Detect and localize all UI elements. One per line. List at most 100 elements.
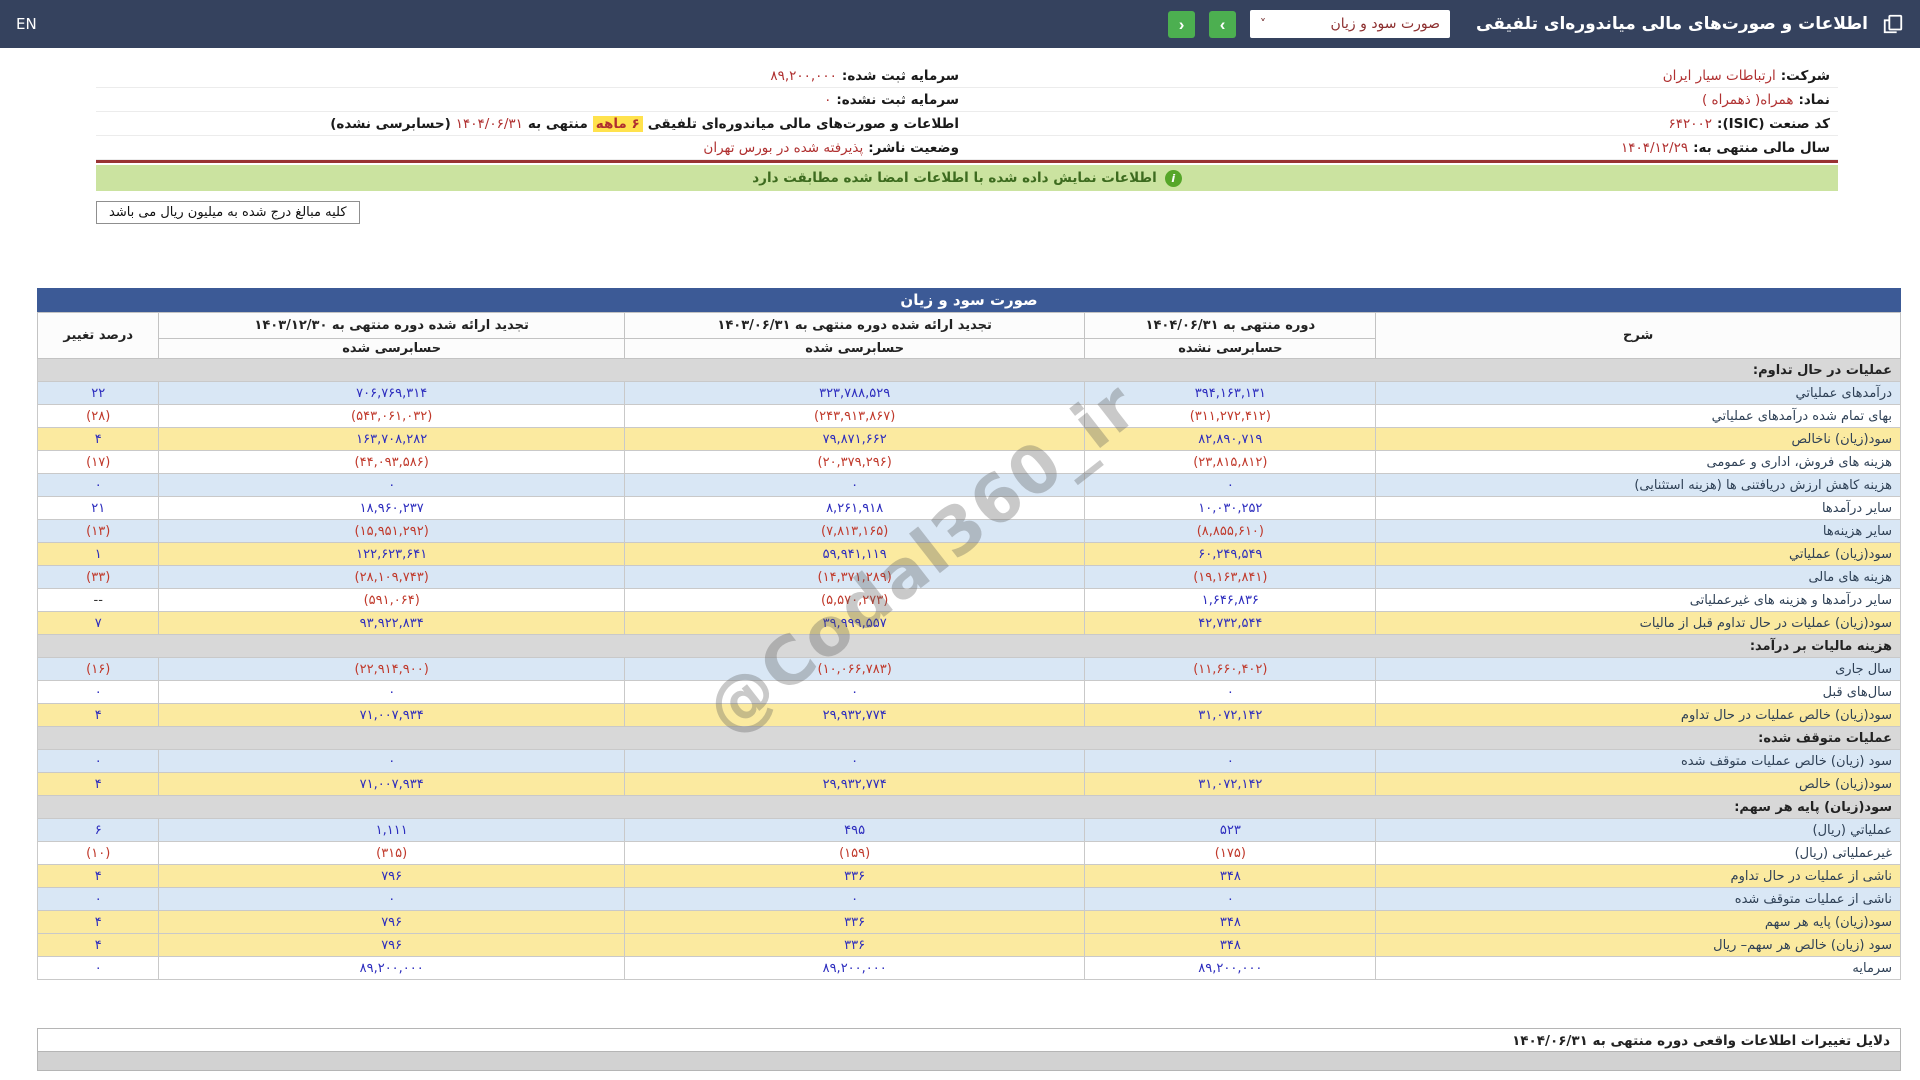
row-label: عملیاتي (ریال) xyxy=(1375,818,1901,842)
statement-row: سود(زیان) ناخالص ۸۲,۸۹۰,۷۱۹ ۷۹,۸۷۱,۶۶۲ ۱۶۳,… xyxy=(36,427,1901,451)
nav-prev-button[interactable]: ‹ xyxy=(1168,10,1196,38)
change-reasons-section: دلایل تغییرات اطلاعات واقعی دوره منتهی ب… xyxy=(37,1028,1901,1071)
report-period-field: اطلاعات و صورت‌های مالی میاندوره‌ای تلفی… xyxy=(96,112,967,136)
section-header-row: عملیات متوقف شده: xyxy=(37,726,1901,750)
row-label: ناشی از عملیات در حال تداوم xyxy=(1375,864,1901,888)
change-percent: (۲۸) xyxy=(36,404,160,428)
symbol-label: نماد: xyxy=(1798,91,1830,108)
change-percent: ۰ xyxy=(36,680,160,704)
company-info-grid: شرکت: ارتباطات سیار ایران سرمایه ثبت شده… xyxy=(96,64,1838,160)
symbol-value: همراه( ذهمراه ) xyxy=(1701,91,1794,108)
change-percent: (۱۰) xyxy=(36,841,160,865)
signature-match-banner: i اطلاعات نمایش داده شده با اطلاعات امضا… xyxy=(96,165,1838,191)
value-restated-annual: ۰ xyxy=(158,473,625,497)
value-current-period: ۳۱,۰۷۲,۱۴۲ xyxy=(1084,772,1377,796)
statement-row: سود(زیان) خالص ۳۱,۰۷۲,۱۴۲ ۲۹,۹۳۲,۷۷۴ ۷۱,۰۰۷… xyxy=(36,772,1901,796)
statement-type-dropdown[interactable]: صورت سود و زیان ˅ xyxy=(1250,10,1451,38)
company-info-section: شرکت: ارتباطات سیار ایران سرمایه ثبت شده… xyxy=(96,64,1838,163)
value-restated-annual: ۰ xyxy=(158,887,625,911)
change-percent: ۴ xyxy=(36,772,160,796)
value-current-period: ۸۹,۲۰۰,۰۰۰ xyxy=(1084,956,1377,980)
value-current-period: ۸۲,۸۹۰,۷۱۹ xyxy=(1084,427,1377,451)
statement-row: سود (زیان) خالص عملیات متوقف شده ۰ ۰ ۰ ۰ xyxy=(36,749,1901,773)
company-name-value[interactable]: ارتباطات سیار ایران xyxy=(1663,68,1776,84)
value-restated-midyear: (۱۰,۰۶۶,۷۸۳) xyxy=(623,657,1086,681)
row-label: ناشی از عملیات متوقف شده xyxy=(1375,887,1901,911)
statement-title-bar: صورت سود و زیان xyxy=(37,288,1901,312)
value-restated-annual: ۹۳,۹۲۲,۸۳۴ xyxy=(158,611,625,635)
isic-field: کد صنعت (ISIC): ۶۴۲۰۰۲ xyxy=(967,112,1838,136)
change-percent: (۳۳) xyxy=(36,565,160,589)
value-restated-midyear: ۳۲۳,۷۸۸,۵۲۹ xyxy=(623,381,1086,405)
isic-label: کد صنعت (ISIC): xyxy=(1717,115,1830,132)
change-percent: ۱ xyxy=(36,542,160,566)
report-period-date: ۱۴۰۴/۰۶/۳۱ xyxy=(455,115,523,132)
row-label: هزینه کاهش ارزش دریافتنی ها (هزینه استثن… xyxy=(1375,473,1901,497)
row-label: سرمایه xyxy=(1375,956,1901,980)
statement-row: بهای تمام شده درآمدهای عملیاتي (۳۱۱,۲۷۲,۴… xyxy=(36,404,1901,428)
company-name-field: شرکت: ارتباطات سیار ایران xyxy=(967,64,1838,88)
value-restated-annual: ۸۹,۲۰۰,۰۰۰ xyxy=(158,956,625,980)
registered-capital-field: سرمایه ثبت شده: ۸۹,۲۰۰,۰۰۰ xyxy=(96,64,967,88)
col-header-change-percent: درصد تغییر xyxy=(36,312,160,359)
value-restated-annual: ۷۹۶ xyxy=(158,864,625,888)
registered-capital-value: ۸۹,۲۰۰,۰۰۰ xyxy=(770,67,837,84)
value-restated-annual: ۷۹۶ xyxy=(158,933,625,957)
unregistered-capital-value: ۰ xyxy=(824,91,832,108)
report-period-highlight: ۶ ماهه xyxy=(592,115,643,132)
value-restated-midyear: (۱۴,۳۷۱,۲۸۹) xyxy=(623,565,1086,589)
language-toggle-en[interactable]: EN xyxy=(16,15,37,33)
issuer-status-field: وضعیت ناشر: پذیرفته شده در بورس تهران xyxy=(96,136,967,160)
change-percent: ۷ xyxy=(36,611,160,635)
value-restated-annual: ۷۱,۰۰۷,۹۳۴ xyxy=(158,703,625,727)
row-label: سایر هزینه‌ها xyxy=(1375,519,1901,543)
value-restated-midyear: ۷۹,۸۷۱,۶۶۲ xyxy=(623,427,1086,451)
section-header-label: عملیات در حال تداوم: xyxy=(37,358,1901,382)
section-header-row: هزینه مالیات بر درآمد: xyxy=(37,634,1901,658)
row-label: بهای تمام شده درآمدهای عملیاتي xyxy=(1375,404,1901,428)
change-percent: ۴ xyxy=(36,864,160,888)
statement-row: سود(زیان) پایه هر سهم ۳۴۸ ۳۳۶ ۷۹۶ ۴ xyxy=(36,910,1901,934)
value-restated-midyear: ۰ xyxy=(623,749,1086,773)
change-reasons-header-bar xyxy=(37,1052,1901,1071)
statement-row: سایر درآمدها ۱۰,۰۳۰,۲۵۲ ۸,۲۶۱,۹۱۸ ۱۸,۹۶۰,۲۳… xyxy=(36,496,1901,520)
nav-next-button[interactable]: › xyxy=(1209,10,1237,38)
issuer-status-label: وضعیت ناشر: xyxy=(868,139,959,156)
statement-rows: عملیات در حال تداوم: درآمدهای عملیاتي ۳۹۴,… xyxy=(36,358,1901,980)
fiscal-year-value: ۱۴۰۴/۱۲/۲۹ xyxy=(1620,139,1689,156)
value-restated-midyear: ۵۹,۹۴۱,۱۱۹ xyxy=(623,542,1086,566)
table-header-row: شرح دوره منتهی به ۱۴۰۴/۰۶/۳۱ تجدید ارائه… xyxy=(36,312,1901,359)
value-restated-midyear: (۵,۵۷۰,۲۷۳) xyxy=(623,588,1086,612)
section-header-label: سود(زیان) پایه هر سهم: xyxy=(37,795,1901,819)
value-current-period: ۴۲,۷۳۲,۵۴۴ xyxy=(1084,611,1377,635)
unregistered-capital-field: سرمایه ثبت نشده: ۰ xyxy=(96,88,967,112)
value-current-period: ۳۴۸ xyxy=(1084,864,1377,888)
fiscal-year-field: سال مالی منتهی به: ۱۴۰۴/۱۲/۲۹ xyxy=(967,136,1838,160)
company-name-label: شرکت: xyxy=(1780,67,1830,84)
section-header-row: عملیات در حال تداوم: xyxy=(37,358,1901,382)
report-period-suffix: (حسابرسی نشده) xyxy=(330,115,451,132)
document-export-icon[interactable] xyxy=(1882,13,1904,35)
col-header-current-period: دوره منتهی به ۱۴۰۴/۰۶/۳۱ xyxy=(1084,312,1377,339)
change-reasons-title: دلایل تغییرات اطلاعات واقعی دوره منتهی ب… xyxy=(37,1028,1901,1052)
change-percent: ۰ xyxy=(36,887,160,911)
value-restated-midyear: ۲۹,۹۳۲,۷۷۴ xyxy=(623,772,1086,796)
value-restated-annual: ۷۹۶ xyxy=(158,910,625,934)
row-label: سال جاری xyxy=(1375,657,1901,681)
statement-row: سود (زیان) خالص هر سهم– ریال ۳۴۸ ۳۳۶ ۷۹۶ ۴ xyxy=(36,933,1901,957)
topbar-right-group: اطلاعات و صورت‌های مالی میاندوره‌ای تلفی… xyxy=(1168,10,1904,38)
change-percent: ۴ xyxy=(36,703,160,727)
row-label: سود(زیان) خالص عملیات در حال تداوم xyxy=(1375,703,1901,727)
change-percent: ۲۱ xyxy=(36,496,160,520)
change-percent: ۴ xyxy=(36,933,160,957)
value-current-period: ۳۴۸ xyxy=(1084,910,1377,934)
change-percent: (۱۷) xyxy=(36,450,160,474)
value-restated-annual: (۳۱۵) xyxy=(158,841,625,865)
statement-row: سال‌های قبل ۰ ۰ ۰ ۰ xyxy=(36,680,1901,704)
symbol-field: نماد: همراه( ذهمراه ) xyxy=(967,88,1838,112)
col-subheader-audited-annual: حسابرسی شده xyxy=(158,338,625,359)
value-restated-annual: (۵۹۱,۰۶۴) xyxy=(158,588,625,612)
isic-value: ۶۴۲۰۰۲ xyxy=(1668,115,1713,132)
row-label: درآمدهای عملیاتي xyxy=(1375,381,1901,405)
unit-note: کلیه مبالغ درج شده به میلیون ریال می باش… xyxy=(96,201,360,224)
